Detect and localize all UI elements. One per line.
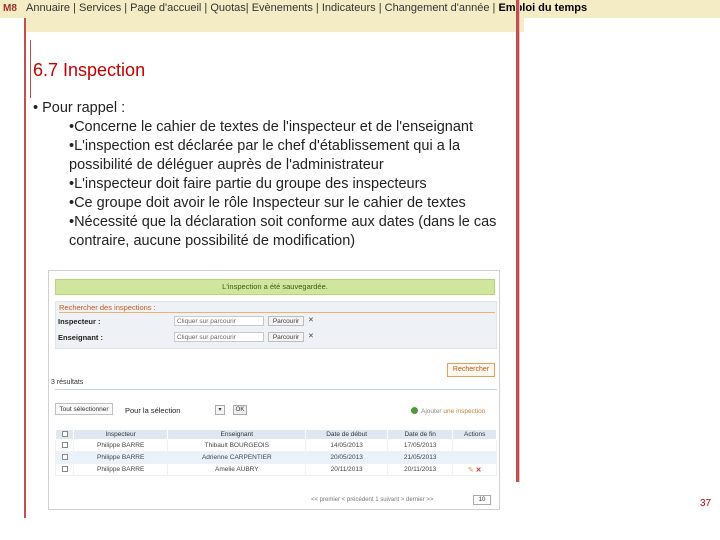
for-selection-label: Pour la sélection <box>125 406 181 415</box>
col-date-debut[interactable]: Date de début <box>305 429 388 440</box>
cell-actions <box>452 439 497 452</box>
slide-title: 6.7 Inspection <box>33 60 146 80</box>
results-count: 3 résultats <box>51 379 84 386</box>
search-panel: Rechercher des inspections : Inspecteur … <box>55 301 497 349</box>
row-checkbox[interactable] <box>61 465 68 472</box>
table-row: Philippe BARRE Adrienne CARPENTIER 20/05… <box>55 451 497 464</box>
table-row: Philippe BARRE Amelie AUBRY 20/11/2013 2… <box>55 463 497 476</box>
sub-bullet-3: •L'inspecteur doit faire partie du group… <box>69 176 427 192</box>
top-menu-bar: M8 Annuaire | Services | Page d'accueil … <box>0 0 720 18</box>
menu-emploi-du-temps[interactable]: Emploi du temps <box>498 2 587 14</box>
add-icon <box>411 407 418 414</box>
sub-bullet-4: •Ce groupe doit avoir le rôle Inspecteur… <box>69 195 466 211</box>
sub-bullet-2: •L'inspection est déclarée par le chef d… <box>69 138 461 173</box>
cell-inspecteur: Philippe BARRE <box>72 451 169 464</box>
ok-button[interactable]: OK <box>233 405 247 415</box>
add-link-text: une inspection <box>443 408 486 415</box>
row-checkbox[interactable] <box>61 453 68 460</box>
cell-actions: ✎ ✕ <box>452 463 497 476</box>
cell-enseignant: Adrienne CARPENTIER <box>167 451 307 464</box>
search-title: Rechercher des inspections : <box>59 303 156 312</box>
sub-bullet-5: •Nécessité que la déclaration soit confo… <box>69 214 497 249</box>
decor-line-left <box>24 18 26 518</box>
cell-date-debut: 20/11/2013 <box>305 463 388 476</box>
menu-items[interactable]: Annuaire | Services | Page d'accueil | Q… <box>26 2 587 14</box>
menu-changement-annee[interactable]: Changement d'année | <box>385 2 496 14</box>
col-actions: Actions <box>452 429 497 440</box>
slide-content: • Pour rappel : •Concerne le cahier de t… <box>33 99 513 251</box>
cell-date-fin: 20/11/2013 <box>386 463 454 476</box>
add-prefix: Ajouter <box>421 408 442 415</box>
rechercher-button[interactable]: Rechercher <box>447 363 495 377</box>
embedded-screenshot: L'inspection a été sauvegardée. Recherch… <box>48 270 500 510</box>
inspecteur-clear-icon[interactable]: ✕ <box>308 316 314 324</box>
menu-annuaire[interactable]: Annuaire | <box>26 2 76 14</box>
inspecteur-browse-button[interactable]: Parcourir <box>268 316 304 326</box>
menu-services[interactable]: Services | Page d'accueil | Quotas| Evèn… <box>79 2 382 14</box>
enseignant-browse-button[interactable]: Parcourir <box>268 332 304 342</box>
table-row: Philippe BARRE Thibault BOURGEOIS 14/05/… <box>55 439 497 452</box>
col-inspecteur[interactable]: Inspecteur <box>72 429 169 440</box>
cell-enseignant: Amelie AUBRY <box>167 463 307 476</box>
select-all-button[interactable]: Tout sélectionner <box>55 403 113 415</box>
col-checkbox <box>55 429 74 440</box>
cell-inspecteur: Philippe BARRE <box>72 439 169 452</box>
bullet-rappel: • Pour rappel : <box>33 100 126 116</box>
selection-dropdown[interactable]: ▾ <box>215 405 225 415</box>
row-checkbox[interactable] <box>61 441 68 448</box>
add-inspection-link[interactable]: Ajouter une inspection <box>411 407 485 415</box>
header-strip <box>24 18 720 32</box>
strip-white <box>524 18 720 32</box>
decor-line-title <box>30 40 31 98</box>
search-title-underline <box>59 312 495 313</box>
cell-enseignant: Thibault BOURGEOIS <box>167 439 307 452</box>
slide-page: M8 Annuaire | Services | Page d'accueil … <box>0 0 720 540</box>
sub-bullet-1: •Concerne le cahier de textes de l'inspe… <box>69 119 473 135</box>
enseignant-input[interactable]: Cliquer sur parcourir <box>174 332 264 342</box>
col-enseignant[interactable]: Enseignant <box>167 429 307 440</box>
pagination[interactable]: << premier < précédent 1 suivant > derni… <box>311 497 433 503</box>
results-divider <box>55 389 497 390</box>
inspecteur-label: Inspecteur : <box>58 317 101 326</box>
cell-actions <box>452 451 497 464</box>
cell-date-debut: 14/05/2013 <box>305 439 388 452</box>
edit-pencil-icon[interactable]: ✎ <box>468 467 474 474</box>
cell-inspecteur: Philippe BARRE <box>72 463 169 476</box>
cell-date-fin: 17/05/2013 <box>386 439 454 452</box>
inspecteur-input[interactable]: Cliquer sur parcourir <box>174 316 264 326</box>
header-checkbox[interactable] <box>61 430 68 437</box>
delete-x-icon[interactable]: ✕ <box>476 467 482 474</box>
page-number: 37 <box>700 498 712 509</box>
col-date-fin[interactable]: Date de fin <box>386 429 454 440</box>
strip-tan <box>24 18 518 32</box>
logo: M8 <box>3 3 17 14</box>
decor-line-right-light <box>519 0 520 482</box>
page-size-select[interactable]: 10 <box>473 495 491 505</box>
inspections-table: Inspecteur Enseignant Date de début Date… <box>55 429 497 476</box>
cell-date-fin: 21/05/2013 <box>386 451 454 464</box>
success-banner: L'inspection a été sauvegardée. <box>55 279 495 295</box>
enseignant-clear-icon[interactable]: ✕ <box>308 332 314 340</box>
enseignant-label: Enseignant : <box>58 333 104 342</box>
cell-date-debut: 20/05/2013 <box>305 451 388 464</box>
